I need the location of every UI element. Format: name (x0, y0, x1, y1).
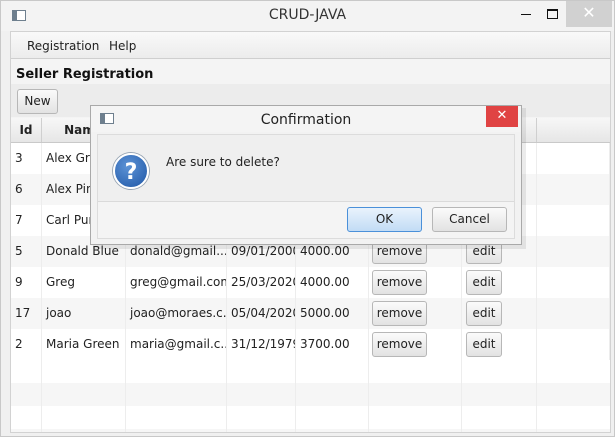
confirmation-dialog: Confirmation ✕ ? Are sure to delete? OK … (90, 105, 522, 245)
remove-button[interactable]: remove (372, 301, 427, 326)
column-divider (461, 360, 462, 383)
cell-id: 2 (11, 329, 42, 360)
column-divider (41, 360, 42, 383)
edit-button[interactable]: edit (466, 332, 502, 357)
cell-salary: 3700.00 (296, 329, 369, 360)
column-divider (461, 429, 462, 432)
column-header-id[interactable]: Id (11, 118, 42, 142)
page-title: Seller Registration (16, 67, 154, 82)
cell-id: 5 (11, 236, 42, 267)
cell-id: 9 (11, 267, 42, 298)
empty-table-row (11, 429, 610, 432)
app-window: CRUD-JAVA ✕ Registration Help Seller Reg… (0, 0, 615, 437)
column-divider (295, 429, 296, 432)
cell-name: Greg (42, 267, 126, 298)
cell-email: joao@moraes.c... (126, 298, 227, 329)
dialog-titlebar[interactable]: Confirmation ✕ (91, 106, 521, 132)
menu-registration[interactable]: Registration (27, 39, 99, 53)
dialog-title: Confirmation (260, 112, 352, 128)
column-divider (226, 406, 227, 429)
column-divider (41, 383, 42, 406)
column-header-filler (537, 118, 610, 142)
column-divider (536, 406, 537, 429)
maximize-button[interactable] (537, 1, 567, 27)
column-divider (461, 406, 462, 429)
table-row[interactable]: 9 Greg greg@gmail.com 25/03/2020 4000.00 remo… (11, 267, 610, 298)
column-divider (41, 429, 42, 432)
maximize-icon (546, 9, 558, 19)
column-divider (295, 360, 296, 383)
cell-birth-date: 05/04/2020 (227, 298, 296, 329)
column-divider (536, 360, 537, 383)
cell-name: Maria Green (42, 329, 126, 360)
column-divider (41, 406, 42, 429)
dialog-header: ? Are sure to delete? (98, 135, 514, 202)
cell-filler (537, 329, 610, 360)
cell-filler (537, 267, 610, 298)
empty-table-row (11, 360, 610, 383)
edit-button[interactable]: edit (466, 270, 502, 295)
column-divider (295, 383, 296, 406)
empty-table-row (11, 383, 610, 406)
column-divider (536, 383, 537, 406)
cancel-button[interactable]: Cancel (432, 207, 507, 232)
ok-button[interactable]: OK (347, 207, 422, 232)
column-divider (368, 406, 369, 429)
column-divider (368, 429, 369, 432)
cell-birth-date: 25/03/2020 (227, 267, 296, 298)
column-divider (368, 383, 369, 406)
cell-filler (537, 205, 610, 236)
window-close-button[interactable]: ✕ (566, 1, 612, 27)
menu-help[interactable]: Help (109, 39, 136, 53)
dialog-body: ? Are sure to delete? OK Cancel (97, 134, 515, 239)
column-divider (461, 383, 462, 406)
empty-table-row (11, 406, 610, 429)
close-icon: ✕ (582, 3, 596, 22)
column-divider (125, 406, 126, 429)
cell-birth-date: 31/12/1979 (227, 329, 296, 360)
cell-id: 6 (11, 174, 42, 205)
remove-button[interactable]: remove (372, 270, 427, 295)
cell-filler (537, 298, 610, 329)
table-row[interactable]: 17 joao joao@moraes.c... 05/04/2020 5000.00 r… (11, 298, 610, 329)
cell-email: maria@gmail.c... (126, 329, 227, 360)
window-titlebar[interactable]: CRUD-JAVA ✕ (1, 1, 614, 31)
remove-button[interactable]: remove (372, 332, 427, 357)
column-divider (125, 360, 126, 383)
cell-email: greg@gmail.com (126, 267, 227, 298)
column-divider (536, 429, 537, 432)
cell-salary: 4000.00 (296, 267, 369, 298)
question-icon: ? (113, 153, 149, 189)
cell-name: joao (42, 298, 126, 329)
cell-filler (537, 236, 610, 267)
cell-id: 3 (11, 143, 42, 174)
column-divider (125, 383, 126, 406)
edit-button[interactable]: edit (466, 301, 502, 326)
dialog-close-button[interactable]: ✕ (486, 106, 518, 127)
dialog-message: Are sure to delete? (166, 155, 280, 169)
cell-id: 17 (11, 298, 42, 329)
cell-filler (537, 143, 610, 174)
table-row[interactable]: 2 Maria Green maria@gmail.c... 31/12/1979 37… (11, 329, 610, 360)
minimize-icon (521, 14, 531, 15)
close-icon: ✕ (496, 108, 508, 123)
column-divider (295, 406, 296, 429)
column-divider (226, 360, 227, 383)
cell-id: 7 (11, 205, 42, 236)
new-button[interactable]: New (17, 89, 58, 114)
cell-filler (537, 174, 610, 205)
column-divider (226, 429, 227, 432)
menu-bar: Registration Help (11, 32, 610, 59)
column-divider (226, 383, 227, 406)
column-divider (368, 360, 369, 383)
cell-salary: 5000.00 (296, 298, 369, 329)
column-divider (125, 429, 126, 432)
